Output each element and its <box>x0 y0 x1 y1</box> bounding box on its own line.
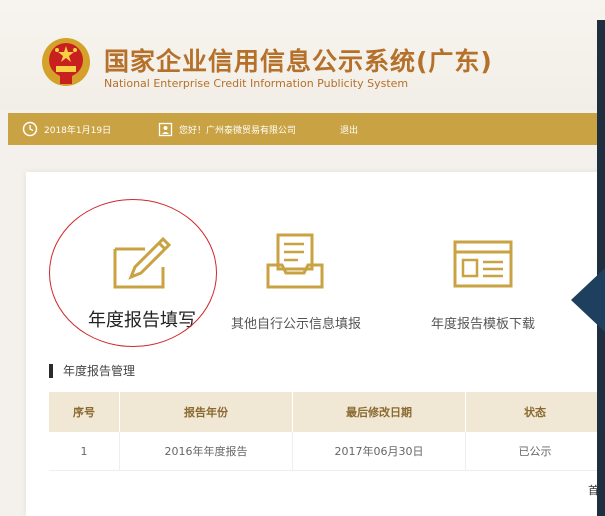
site-title: 国家企业信用信息公示系统(广东) <box>104 47 493 76</box>
col-index: 序号 <box>49 392 120 432</box>
col-status: 状态 <box>465 392 605 432</box>
logout-label: 退出 <box>340 125 359 136</box>
cell-index: 1 <box>49 432 120 471</box>
table-row[interactable]: 1 2016年年度报告 2017年06月30日 已公示 <box>49 432 605 471</box>
template-doc-icon[interactable] <box>451 238 515 290</box>
site-subtitle: National Enterprise Credit Information P… <box>104 77 409 90</box>
corner-text: 首 <box>588 484 599 497</box>
highlight-circle <box>49 199 217 347</box>
table-header-row: 序号 报告年份 最后修改日期 状态 <box>49 392 605 432</box>
col-last-modified: 最后修改日期 <box>292 392 466 432</box>
cell-status: 已公示 <box>465 432 605 471</box>
col-report-year: 报告年份 <box>119 392 293 432</box>
site-header: 国家企业信用信息公示系统(广东) National Enterprise Cre… <box>0 0 605 110</box>
user-card-icon <box>158 122 173 136</box>
clock-icon <box>22 121 38 137</box>
cell-report-year[interactable]: 2016年年度报告 <box>119 432 293 471</box>
template-download-label[interactable]: 年度报告模板下载 <box>431 313 535 332</box>
inbox-tray-icon[interactable] <box>264 231 328 291</box>
user-greeting: 您好！广州泰微贸易有限公司 <box>158 113 296 145</box>
date-text: 2018年1月19日 <box>44 125 112 136</box>
section-marker <box>49 363 53 378</box>
greeting-text: 您好！广州泰微贸易有限公司 <box>179 125 297 136</box>
date-display: 2018年1月19日 <box>22 113 111 145</box>
user-info-bar: 2018年1月19日 您好！广州泰微贸易有限公司 退出 <box>8 113 605 145</box>
cell-last-modified: 2017年06月30日 <box>292 432 466 471</box>
logout-link[interactable]: 退出 <box>340 113 358 145</box>
annual-report-table: 序号 报告年份 最后修改日期 状态 1 2016年年度报告 2017年06月30… <box>49 392 605 471</box>
other-disclosure-label[interactable]: 其他自行公示信息填报 <box>231 313 361 332</box>
national-emblem-icon <box>42 38 90 86</box>
section-title: 年度报告管理 <box>63 364 136 378</box>
section-header: 年度报告管理 <box>49 362 135 379</box>
left-arrow-icon[interactable] <box>571 268 605 332</box>
